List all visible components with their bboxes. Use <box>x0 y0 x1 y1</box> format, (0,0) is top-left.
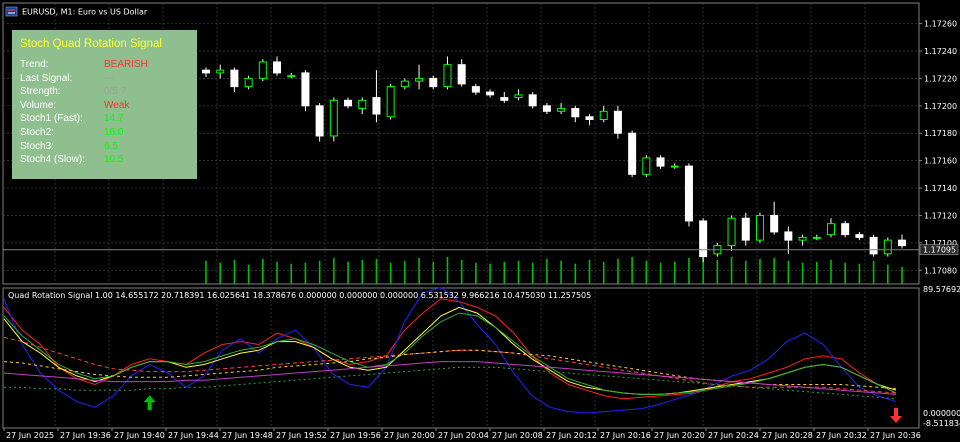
price-tick-label: 1.17200 <box>924 102 957 111</box>
time-tick-label: 27 Jun 20:12 <box>546 431 597 440</box>
signal-panel: Stoch Quad Rotation Signal Trend: BEARIS… <box>12 30 197 179</box>
strength-value: 0/5 ? <box>104 86 127 98</box>
stoch4-value: 10.5 <box>104 154 124 166</box>
time-tick-label: 27 Jun 19:40 <box>114 431 165 440</box>
trend-value: BEARISH <box>104 59 148 70</box>
price-tick-label: 1.17260 <box>924 20 957 29</box>
volume-value: Weak <box>104 99 130 111</box>
candle <box>315 103 324 142</box>
price-tick-label: 1.17160 <box>924 157 957 166</box>
stoch2-value: 16.0 <box>104 126 124 138</box>
candle <box>528 92 537 109</box>
panel-row-trend: Trend: BEARISH <box>20 58 189 72</box>
stoch1-value: 14.7 <box>104 113 124 125</box>
time-tick-label: 27 Jun 20:16 <box>600 431 651 440</box>
panel-row-stoch2: Stoch2: 16.0 <box>20 126 189 140</box>
panel-row-last-signal: Last Signal: --- <box>20 72 189 86</box>
panel-title: Stoch Quad Rotation Signal <box>20 38 162 50</box>
time-tick-label: 27 Jun 20:28 <box>762 431 813 440</box>
window-title: EURUSD, M1: Euro vs US Dollar <box>5 6 148 17</box>
time-tick-label: 27 Jun 2025 <box>6 431 54 440</box>
time-tick-label: 27 Jun 19:52 <box>276 431 327 440</box>
time-tick-label: 27 Jun 19:56 <box>330 431 381 440</box>
time-tick-label: 27 Jun 20:20 <box>654 431 705 440</box>
time-tick-label: 27 Jun 19:48 <box>222 431 273 440</box>
chart-window-icon <box>5 6 18 17</box>
stoch2-label: Stoch2: <box>20 126 54 138</box>
indicator-axis-max: 89.576923 <box>923 285 960 294</box>
candle <box>727 215 736 252</box>
candle <box>883 237 892 257</box>
time-tick-label: 27 Jun 20:00 <box>384 431 435 440</box>
panel-row-volume: Volume: Weak <box>20 99 189 113</box>
time-tick-label: 27 Jun 20:08 <box>492 431 543 440</box>
candle <box>755 212 764 243</box>
time-tick-label: 27 Jun 19:44 <box>168 431 219 440</box>
candle <box>699 218 708 263</box>
price-tick-label: 1.17180 <box>924 129 957 138</box>
time-tick-label: 27 Jun 20:04 <box>438 431 489 440</box>
candle <box>642 155 651 178</box>
indicator-title: Quad Rotation Signal 1.00 14.655172 20.7… <box>8 291 591 300</box>
current-price-label: 1.17095 <box>923 246 956 255</box>
chart-title: EURUSD, M1: Euro vs US Dollar <box>22 8 148 17</box>
panel-row-strength: Strength: 0/5 ? <box>20 85 189 99</box>
current-price-tag: 1.17095 <box>919 244 959 256</box>
candle <box>869 234 878 257</box>
candle <box>628 130 637 178</box>
stoch3-label: Stoch3: <box>20 140 54 152</box>
stoch3-value: 6.5 <box>104 140 118 152</box>
candle <box>301 70 310 112</box>
candle <box>841 220 850 238</box>
panel-row-stoch4: Stoch4 (Slow): 10.5 <box>20 153 189 167</box>
price-tick-label: 1.17140 <box>924 184 957 193</box>
price-tick-label: 1.17220 <box>924 74 957 83</box>
strength-label: Strength: <box>20 86 61 98</box>
time-tick-label: 27 Jun 19:36 <box>60 431 111 440</box>
price-tick-label: 1.17080 <box>924 266 957 275</box>
last-signal-value: --- <box>104 72 114 84</box>
price-tick-label: 1.17240 <box>924 47 957 56</box>
stoch4-label: Stoch4 (Slow): <box>20 154 86 166</box>
stoch1-label: Stoch1 (Fast): <box>20 113 83 125</box>
candle <box>258 59 267 82</box>
volume-label: Volume: <box>20 99 57 111</box>
candle <box>329 97 338 142</box>
candle <box>386 83 395 120</box>
time-tick-label: 27 Jun 20:36 <box>870 431 921 440</box>
panel-row-stoch3: Stoch3: 6.5 <box>20 140 189 154</box>
price-tick-label: 1.17120 <box>924 211 957 220</box>
time-tick-label: 27 Jun 20:32 <box>816 431 867 440</box>
indicator-axis-zero: 0.000000 <box>923 409 960 418</box>
candle <box>684 163 693 227</box>
panel-row-stoch1: Stoch1 (Fast): 14.7 <box>20 112 189 126</box>
time-tick-label: 27 Jun 20:24 <box>708 431 759 440</box>
trend-label: Trend: <box>20 59 49 70</box>
indicator-axis-min: -8.511834 <box>923 419 960 428</box>
last-signal-label: Last Signal: <box>20 72 73 84</box>
